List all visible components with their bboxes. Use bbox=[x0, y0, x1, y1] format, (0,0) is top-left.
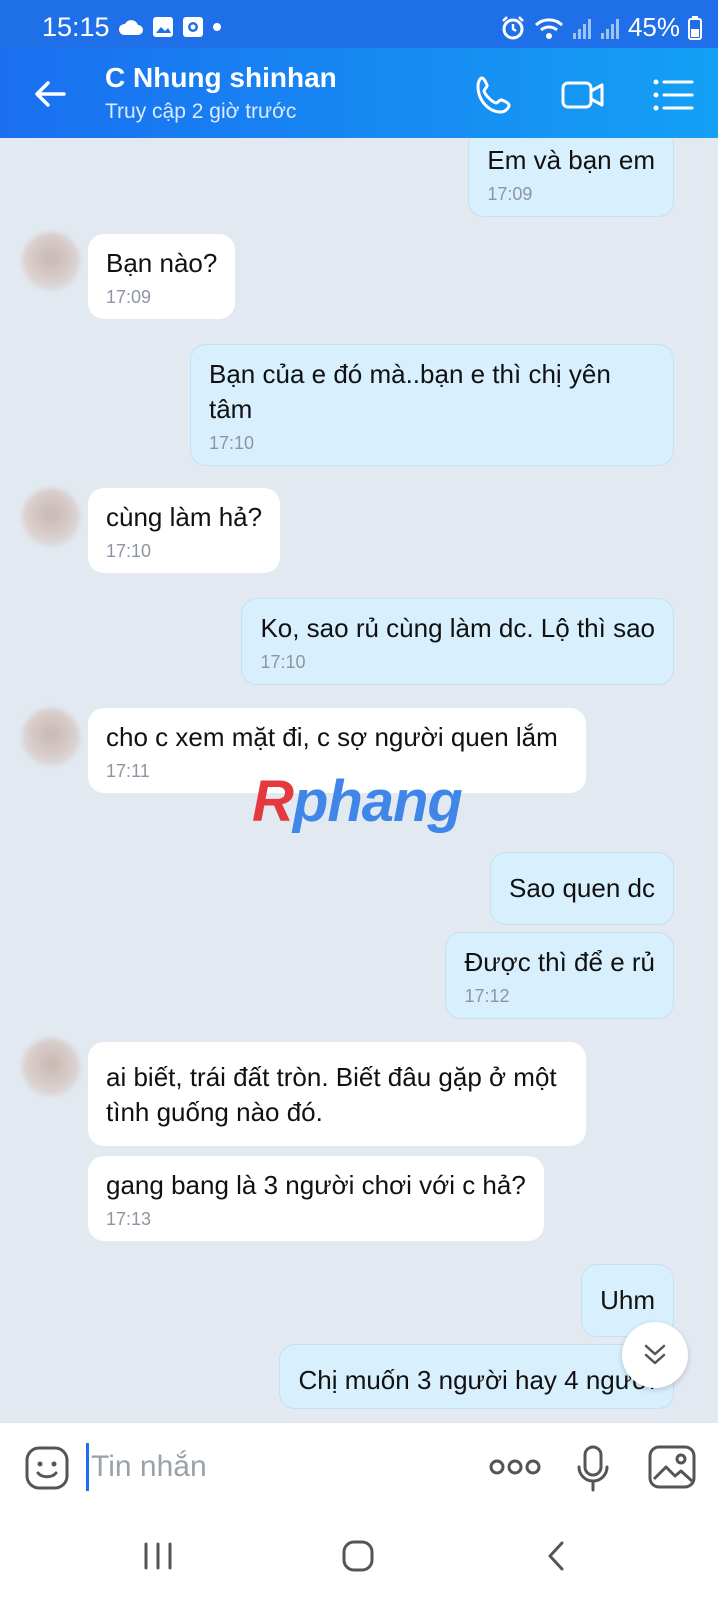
contact-name[interactable]: C Nhung shinhan bbox=[105, 62, 337, 94]
avatar[interactable] bbox=[22, 232, 80, 290]
menu-list-icon[interactable] bbox=[650, 72, 696, 118]
video-call-icon[interactable] bbox=[560, 72, 606, 118]
message-text: ai biết, trái đất tròn. Biết đâu gặp ở m… bbox=[106, 1062, 557, 1127]
message-bubble[interactable]: Sao quen dc bbox=[489, 852, 674, 925]
wifi-icon bbox=[534, 17, 563, 39]
signal-icon bbox=[572, 18, 591, 39]
message-bubble[interactable]: Ko, sao rủ cùng làm dc. Lộ thì sao 17:10 bbox=[241, 598, 674, 685]
message-list[interactable]: Em và bạn em 17:09 Bạn nào? 17:09 Bạn củ… bbox=[0, 138, 718, 1422]
back-arrow-icon[interactable] bbox=[30, 74, 70, 114]
system-nav-bar bbox=[0, 1512, 718, 1600]
watermark-logo: Rphang bbox=[252, 769, 463, 834]
recent-apps-icon[interactable] bbox=[138, 1538, 178, 1574]
message-text: Ko, sao rủ cùng làm dc. Lộ thì sao bbox=[260, 613, 655, 643]
message-text: Được thì để e rủ bbox=[464, 947, 655, 977]
composer-bar bbox=[0, 1422, 718, 1512]
battery-icon bbox=[688, 15, 702, 40]
message-text: Em và bạn em bbox=[487, 145, 655, 175]
more-options-icon[interactable] bbox=[488, 1455, 542, 1479]
signal-icon bbox=[600, 18, 619, 39]
message-time: 17:09 bbox=[487, 184, 533, 204]
message-time: 17:09 bbox=[106, 287, 152, 307]
battery-percent: 45% bbox=[627, 12, 680, 42]
message-bubble[interactable]: cùng làm hả? 17:10 bbox=[88, 488, 281, 573]
message-bubble[interactable]: Chị muốn 3 người hay 4 người bbox=[279, 1344, 674, 1409]
message-text: cùng làm hả? bbox=[106, 502, 263, 532]
message-text: Sao quen dc bbox=[508, 873, 655, 903]
message-text: Uhm bbox=[600, 1285, 655, 1315]
avatar[interactable] bbox=[22, 488, 80, 546]
avatar[interactable] bbox=[22, 708, 80, 766]
dot-icon bbox=[213, 23, 221, 31]
message-time: 17:12 bbox=[464, 986, 510, 1006]
message-bubble[interactable]: ai biết, trái đất tròn. Biết đâu gặp ở m… bbox=[88, 1042, 586, 1146]
image-picker-icon[interactable] bbox=[648, 1445, 696, 1489]
message-text: Bạn của e đó mà..bạn e thì chị yên tâm bbox=[209, 359, 611, 424]
message-time: 17:10 bbox=[260, 652, 306, 672]
message-bubble[interactable]: Em và bạn em 17:09 bbox=[468, 138, 674, 217]
message-bubble[interactable]: Bạn của e đó mà..bạn e thì chị yên tâm 1… bbox=[190, 344, 674, 466]
chat-header: C Nhung shinhan Truy cập 2 giờ trước bbox=[0, 48, 718, 138]
double-chevron-down-icon bbox=[644, 1344, 666, 1365]
message-time: 17:13 bbox=[106, 1209, 152, 1229]
message-bubble[interactable]: Được thì để e rủ 17:12 bbox=[445, 932, 674, 1019]
message-text: gang bang là 3 người chơi với c hả? bbox=[106, 1170, 526, 1200]
message-time: 17:10 bbox=[106, 541, 152, 561]
last-seen-status: Truy cập 2 giờ trước bbox=[105, 100, 297, 123]
alarm-icon bbox=[502, 15, 524, 39]
message-time: 17:10 bbox=[209, 433, 255, 453]
phone-call-icon[interactable] bbox=[472, 72, 518, 118]
sticker-emoji-icon[interactable] bbox=[24, 1445, 70, 1491]
message-text: cho c xem mặt đi, c sợ người quen lắm bbox=[106, 722, 558, 752]
message-text: Bạn nào? bbox=[106, 248, 218, 278]
message-bubble[interactable]: gang bang là 3 người chơi với c hả? 17:1… bbox=[88, 1156, 544, 1241]
message-bubble[interactable]: Bạn nào? 17:09 bbox=[88, 234, 236, 319]
back-icon[interactable] bbox=[538, 1538, 578, 1574]
home-icon[interactable] bbox=[338, 1538, 378, 1574]
cloud-icon bbox=[118, 20, 143, 35]
message-text: Chị muốn 3 người hay 4 người bbox=[298, 1365, 655, 1395]
screen-record-icon bbox=[183, 17, 203, 37]
microphone-icon[interactable] bbox=[576, 1445, 610, 1493]
status-time: 15:15 bbox=[42, 12, 110, 42]
avatar[interactable] bbox=[22, 1038, 80, 1096]
scroll-to-bottom-button[interactable] bbox=[622, 1322, 688, 1388]
message-input[interactable] bbox=[86, 1443, 466, 1491]
gallery-icon bbox=[153, 17, 173, 37]
